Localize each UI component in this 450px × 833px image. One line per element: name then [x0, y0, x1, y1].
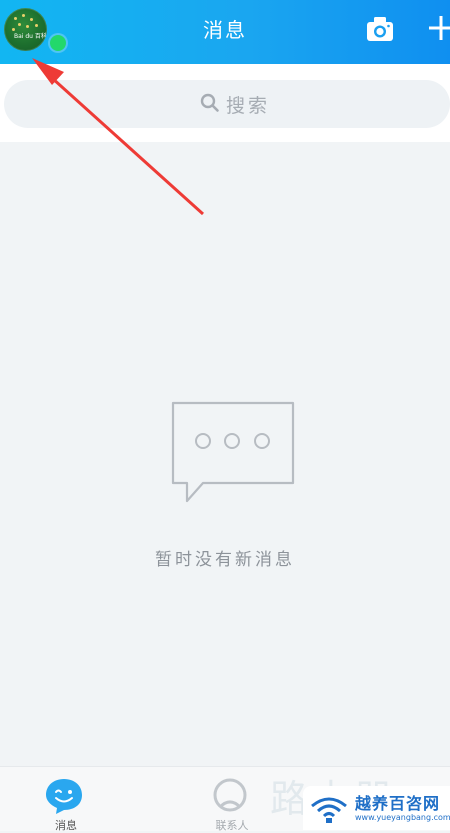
search-bar-area: 搜索	[0, 64, 450, 142]
wifi-logo-icon	[311, 797, 347, 823]
watermark-url: www.yueyangbang.com	[355, 813, 450, 822]
add-icon[interactable]	[429, 14, 450, 42]
contacts-icon	[213, 778, 247, 812]
empty-chat-icon	[171, 401, 295, 503]
top-header: Bai du 百科 消息	[0, 0, 450, 64]
watermark-badge: 越养百咨网 www.yueyangbang.com	[303, 786, 450, 830]
search-icon	[200, 93, 219, 112]
camera-icon[interactable]	[366, 16, 394, 42]
tab-contacts[interactable]: 联系人	[192, 767, 272, 832]
watermark-brand: 越养百咨网	[355, 794, 441, 813]
tab-label: 消息	[55, 819, 77, 832]
chat-bubble-face-icon	[46, 779, 82, 814]
search-label: 搜索	[226, 95, 271, 117]
tab-label: 联系人	[215, 819, 249, 832]
search-input[interactable]: 搜索	[4, 80, 450, 128]
tab-messages[interactable]: 消息	[26, 767, 106, 832]
empty-message: 暂时没有新消息	[155, 550, 295, 570]
